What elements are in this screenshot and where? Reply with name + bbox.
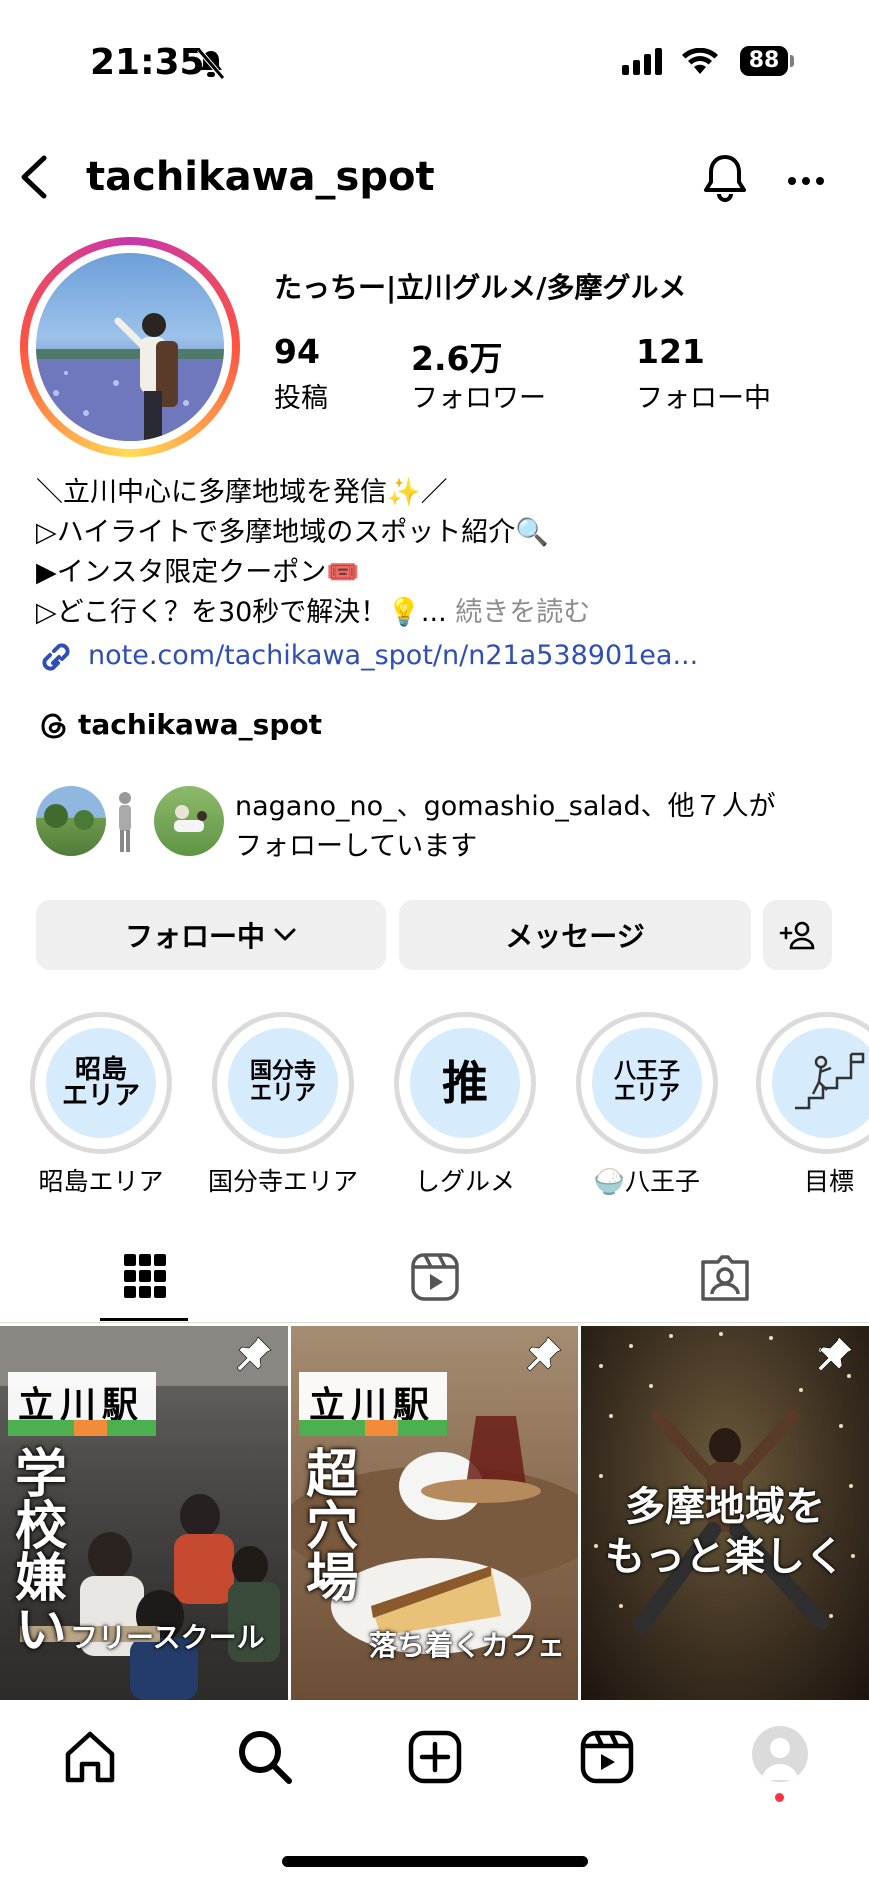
header-username: tachikawa_spot [86,154,435,200]
post-subtitle: 落ち着くカフェ [369,1629,566,1662]
line-color-bar [8,1420,156,1436]
profile-icon[interactable] [752,1726,808,1782]
post-caption: もっと楽しく [605,1534,845,1580]
followers-label[interactable]: フォロワー [411,376,546,415]
posts-count[interactable]: 94 [274,332,320,371]
following-button[interactable]: フォロー中 [36,900,386,970]
reels-icon[interactable] [410,1252,460,1306]
post-subtitle: フリースクール [70,1621,265,1654]
message-button-label: メッセージ [505,920,645,953]
profile-link[interactable]: note.com/tachikawa_spot/n/n21a538901ea..… [88,640,698,671]
bio-text: ▷どこ行く？を30秒で解決！💡... [36,597,447,628]
create-icon[interactable] [408,1730,462,1788]
threads-icon[interactable] [38,710,70,746]
highlight-label: 昭島エリア [38,1167,164,1196]
more-icon[interactable] [786,172,826,191]
mutual-avatar[interactable] [154,786,224,856]
reels-nav-icon[interactable] [580,1730,634,1788]
search-icon[interactable] [236,1728,294,1790]
mutual-followers-text[interactable]: フォローしています [235,824,477,863]
active-tab-indicator [100,1318,188,1321]
grid-icon[interactable] [124,1254,166,1302]
highlight-hachioji[interactable]: 八王子 エリア [576,1012,718,1154]
post-tile[interactable]: 多摩地域を もっと楽しく [581,1326,869,1700]
threads-handle[interactable]: tachikawa_spot [78,708,322,741]
following-count[interactable]: 121 [636,332,705,371]
display-name: たっちー|立川グルメ/多摩グルメ [274,271,687,304]
highlight-kokubunji[interactable]: 国分寺 エリア [212,1012,354,1154]
stairs-icon [795,1052,865,1110]
mutual-avatar[interactable] [110,786,140,856]
avatar[interactable] [36,253,224,441]
highlight-cover: 推 [410,1028,520,1138]
mutual-avatar[interactable] [36,786,106,856]
tagged-icon[interactable] [700,1252,750,1306]
following-label[interactable]: フォロー中 [636,376,771,415]
message-button[interactable]: メッセージ [399,900,751,970]
posts-label[interactable]: 投稿 [274,376,328,415]
notification-dot [775,1793,784,1802]
status-time: 21:35 [90,42,205,83]
link-icon [36,641,76,681]
bio-line: ▷ハイライトで多摩地域のスポット紹介🔍 [36,517,549,548]
bio-line: ▷どこ行く？を30秒で解決！💡... 続きを読む [36,590,590,629]
highlight-cover: 国分寺 エリア [228,1028,338,1138]
chevron-down-icon [273,927,297,943]
post-tile[interactable]: 立川駅 学校嫌い フリースクール [0,1326,288,1700]
bio-line: ▶インスタ限定クーポン🎟️ [36,557,360,588]
post-headline: 学校嫌い [5,1446,66,1654]
pin-icon [817,1336,853,1372]
home-indicator[interactable] [282,1856,588,1867]
add-person-button[interactable] [763,900,832,970]
tabs-divider [0,1322,869,1323]
following-button-label: フォロー中 [124,920,265,953]
highlight-label: 国分寺エリア [207,1167,358,1196]
highlight-cover: 昭島 エリア [46,1028,156,1138]
read-more-link[interactable]: 続きを読む [455,597,590,628]
cellular-signal-icon [622,48,662,75]
pin-icon [526,1336,562,1372]
highlight-goal[interactable] [756,1012,869,1154]
pin-icon [236,1336,272,1372]
highlight-gourmet[interactable]: 推 [394,1012,536,1154]
battery-tip [790,55,794,67]
highlight-cover: 八王子 エリア [592,1028,702,1138]
back-icon[interactable] [16,154,50,204]
silent-mode-icon [196,48,226,84]
highlight-label: 🍚八王子 [593,1167,701,1196]
add-person-icon [779,920,817,950]
highlight-akishima[interactable]: 昭島 エリア [30,1012,172,1154]
highlight-label: しグルメ [414,1167,515,1196]
bell-icon[interactable] [700,153,750,209]
post-tile[interactable]: 立川駅 超穴場 落ち着くカフェ [291,1326,578,1700]
highlight-cover [772,1028,869,1138]
bio-line: ＼立川中心に多摩地域を発信✨／ [36,477,448,508]
battery-indicator: 88 [740,46,788,76]
line-color-bar [299,1420,447,1436]
wifi-icon [682,47,718,80]
post-headline: 超穴場 [296,1446,357,1602]
highlight-label: 目標 [803,1167,854,1196]
followers-count[interactable]: 2.6万 [411,332,502,380]
mutual-followers-text[interactable]: nagano_no_、gomashio_salad、他７人が [235,784,776,823]
home-icon[interactable] [62,1730,118,1788]
